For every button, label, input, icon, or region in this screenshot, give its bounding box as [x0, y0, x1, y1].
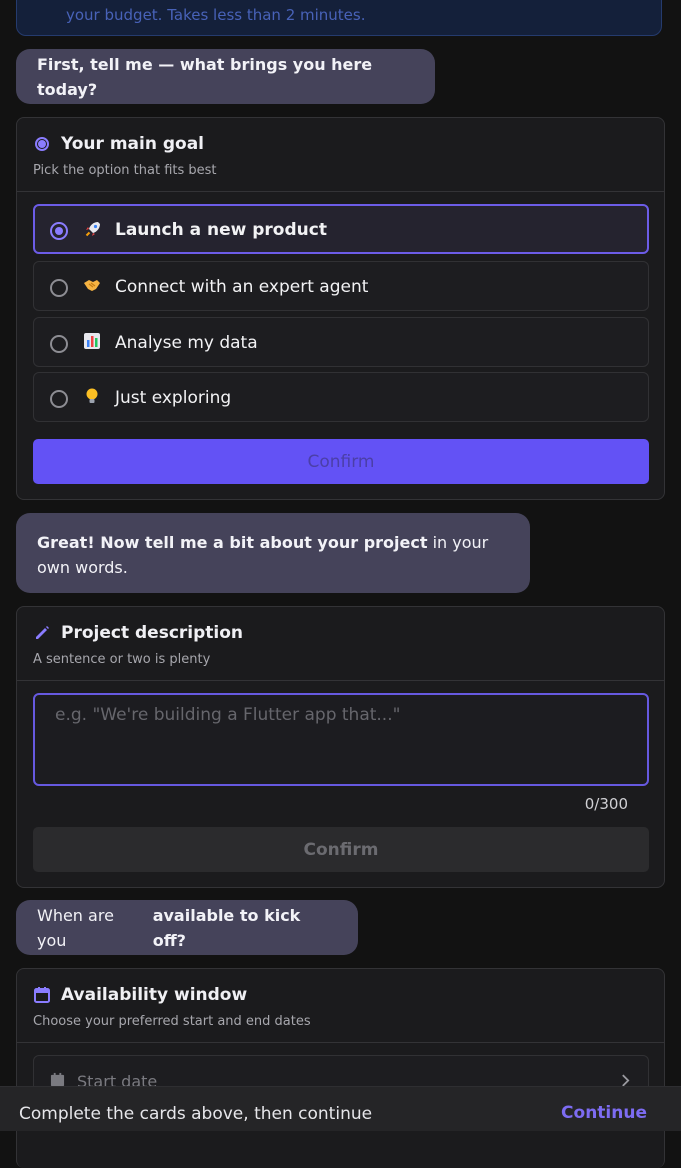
- assistant-message-project: Great! Now tell me a bit about your proj…: [16, 513, 530, 593]
- goal-card: Your main goal Pick the option that fits…: [16, 117, 665, 500]
- goal-option-launch-product[interactable]: Launch a new product: [33, 204, 649, 254]
- option-label: Connect with an expert agent: [115, 277, 369, 297]
- project-card-title: Project description: [61, 623, 244, 643]
- radio-unselected-icon: [50, 279, 68, 297]
- project-confirm-button[interactable]: Confirm: [33, 827, 649, 872]
- project-card-header: Project description A sentence or two is…: [17, 607, 664, 681]
- availability-card: Availability window Choose your preferre…: [16, 968, 665, 1168]
- footer-message: Complete the cards above, then continue: [19, 1104, 373, 1124]
- rocket-icon: [85, 222, 100, 237]
- character-counter: 0/300: [584, 795, 628, 813]
- project-description-input[interactable]: e.g. "We're building a Flutter app that.…: [33, 693, 649, 786]
- intro-text: your budget. Takes less than 2 minutes.: [66, 6, 366, 24]
- availability-card-subtitle: Choose your preferred start and end date…: [33, 1014, 311, 1029]
- radio-selected-icon: [50, 222, 68, 240]
- input-placeholder: e.g. "We're building a Flutter app that.…: [55, 705, 401, 725]
- lightbulb-icon: [86, 388, 98, 403]
- assistant-message-goal: First, tell me — what brings you here to…: [16, 49, 435, 104]
- message-text-b: available to kick off?: [152, 905, 301, 950]
- option-label: Just exploring: [115, 388, 232, 408]
- handshake-icon: [84, 280, 100, 291]
- continue-button[interactable]: Continue: [561, 1103, 647, 1123]
- bar-chart-icon: [84, 333, 100, 349]
- project-card: Project description A sentence or two is…: [16, 606, 665, 888]
- calendar-icon: [50, 1072, 65, 1087]
- assistant-message-availability: When are you available to kick off?: [16, 900, 358, 955]
- goal-card-title: Your main goal: [61, 134, 205, 154]
- goal-option-just-exploring[interactable]: Just exploring: [33, 372, 649, 422]
- bottom-action-bar: Complete the cards above, then continue …: [0, 1086, 681, 1131]
- message-text-a: When are you: [37, 905, 114, 950]
- goal-option-expert-agent[interactable]: Connect with an expert agent: [33, 261, 649, 311]
- calendar-icon: [34, 987, 50, 1003]
- goal-card-header: Your main goal Pick the option that fits…: [17, 118, 664, 192]
- button-label: Confirm: [307, 451, 375, 472]
- goal-confirm-button[interactable]: Confirm: [33, 439, 649, 484]
- availability-card-title: Availability window: [61, 985, 248, 1005]
- radio-unselected-icon: [50, 390, 68, 408]
- message-text-bold: Great! Now tell me a bit about your proj…: [37, 533, 428, 552]
- goal-option-analyse-data[interactable]: Analyse my data: [33, 317, 649, 367]
- project-card-subtitle: A sentence or two is plenty: [33, 652, 211, 667]
- availability-card-header: Availability window Choose your preferre…: [17, 969, 664, 1043]
- goal-card-subtitle: Pick the option that fits best: [33, 163, 217, 178]
- radio-selected-icon: [33, 135, 51, 153]
- pencil-icon: [36, 626, 49, 639]
- option-label: Launch a new product: [115, 220, 327, 240]
- intro-banner: your budget. Takes less than 2 minutes.: [16, 0, 662, 36]
- button-label: Confirm: [303, 839, 379, 860]
- radio-unselected-icon: [50, 335, 68, 353]
- message-text: First, tell me — what brings you here to…: [37, 54, 373, 99]
- option-label: Analyse my data: [115, 333, 258, 353]
